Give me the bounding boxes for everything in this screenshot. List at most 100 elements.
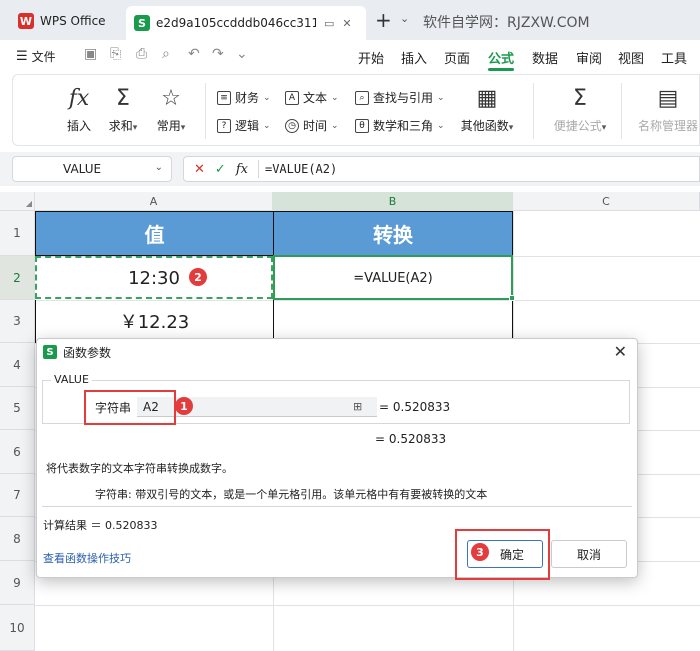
title-bar: W WPS Office S e2d9a105ccdddb046cc311e ▭… bbox=[0, 0, 700, 40]
column-header-a[interactable]: A bbox=[35, 192, 273, 211]
text-functions-button[interactable]: A 文本 ⌄ bbox=[285, 89, 339, 106]
column-header-c[interactable]: C bbox=[513, 192, 700, 211]
other-label: 其他函数 bbox=[460, 119, 509, 133]
quick-formula-label: 便捷公式 bbox=[553, 119, 602, 133]
name-manager-label: 名称管理器 bbox=[637, 119, 698, 133]
tab-document[interactable]: S e2d9a105ccdddb046cc311e ▭ ✕ bbox=[126, 6, 366, 40]
lookup-label: 查找与引用 bbox=[373, 91, 434, 105]
time-label: 时间 bbox=[303, 119, 328, 133]
tab-document-label: e2d9a105ccdddb046cc311e bbox=[156, 16, 316, 30]
logic-label: 逻辑 bbox=[235, 119, 260, 133]
file-menu[interactable]: ☰ 文件 bbox=[16, 48, 56, 65]
math-functions-button[interactable]: θ 数学和三角 ⌄ bbox=[355, 117, 445, 134]
cell-a1[interactable]: 值 bbox=[35, 211, 274, 256]
logic-functions-button[interactable]: ? 逻辑 ⌄ bbox=[217, 117, 271, 134]
undo-icon[interactable]: ↶ bbox=[188, 46, 200, 62]
name-manager-button[interactable]: ▤ 名称管理器 bbox=[631, 85, 700, 134]
spreadsheet-logo-icon: S bbox=[134, 15, 150, 31]
menu-item-home[interactable]: 开始 bbox=[358, 48, 384, 67]
lookup-functions-button[interactable]: ⌕ 查找与引用 ⌄ bbox=[355, 89, 445, 106]
row-header-10[interactable]: 10 bbox=[0, 605, 35, 651]
ribbon-divider bbox=[533, 83, 534, 139]
name-box[interactable]: VALUE ⌄ bbox=[12, 156, 172, 182]
menu-item-view[interactable]: 视图 bbox=[618, 48, 644, 67]
function-help-link[interactable]: 查看函数操作技巧 bbox=[43, 550, 131, 566]
calculation-result: 计算结果 ＝ 0.520833 bbox=[43, 519, 158, 532]
fx-icon[interactable]: fx bbox=[236, 162, 248, 177]
math-label: 数学和三角 bbox=[373, 119, 434, 133]
logic-icon: ? bbox=[217, 118, 231, 133]
time-functions-button[interactable]: ◷ 时间 ⌄ bbox=[285, 117, 339, 134]
close-tab-icon[interactable]: ✕ bbox=[342, 17, 351, 30]
text-label: 文本 bbox=[303, 91, 328, 105]
function-name-label: VALUE bbox=[51, 373, 92, 386]
cell-b1[interactable]: 转换 bbox=[273, 211, 513, 256]
dropdown-chevron-icon[interactable]: ⌄ bbox=[236, 46, 248, 62]
name-box-value: VALUE bbox=[63, 162, 102, 176]
row-header-6[interactable]: 6 bbox=[0, 430, 35, 474]
column-header-b[interactable]: B bbox=[273, 192, 513, 211]
cancel-formula-icon[interactable]: ✕ bbox=[194, 162, 205, 177]
finance-icon: ≡ bbox=[217, 90, 231, 105]
redo-icon[interactable]: ↷ bbox=[212, 46, 224, 62]
menu-item-data[interactable]: 数据 bbox=[532, 48, 558, 67]
fill-handle[interactable] bbox=[509, 295, 515, 301]
tab-wps-office[interactable]: W WPS Office bbox=[8, 6, 120, 36]
tab-list-chevron-icon[interactable]: ⌄ bbox=[400, 12, 409, 25]
print-icon[interactable]: ⎙ bbox=[136, 46, 147, 62]
insert-function-label: 插入 bbox=[66, 119, 91, 133]
row-header-9[interactable]: 9 bbox=[0, 561, 35, 605]
row-header-5[interactable]: 5 bbox=[0, 387, 35, 430]
name-manager-icon: ▤ bbox=[657, 86, 679, 111]
common-functions-button[interactable]: ☆ 常用▾ bbox=[147, 85, 195, 134]
menu-item-insert[interactable]: 插入 bbox=[401, 48, 427, 67]
dialog-divider bbox=[42, 506, 632, 507]
formula-input[interactable]: ✕ ✓ fx =VALUE(A2) bbox=[183, 156, 700, 182]
formula-bar: VALUE ⌄ ✕ ✓ fx =VALUE(A2) bbox=[0, 152, 700, 186]
cell-a3[interactable]: ￥12.23 bbox=[35, 300, 274, 343]
dialog-title-bar[interactable]: S 函数参数 bbox=[37, 339, 637, 365]
confirm-formula-icon[interactable]: ✓ bbox=[215, 162, 226, 177]
dialog-title: 函数参数 bbox=[63, 345, 112, 360]
step-badge-1: 1 bbox=[175, 397, 193, 415]
chevron-down-icon[interactable]: ⌄ bbox=[155, 162, 163, 173]
select-all-corner[interactable]: ◢ bbox=[0, 192, 35, 211]
insert-function-button[interactable]: fx 插入 bbox=[55, 85, 103, 134]
finance-functions-button[interactable]: ≡ 财务 ⌄ bbox=[217, 89, 271, 106]
formula-result-preview: = 0.520833 bbox=[375, 432, 447, 446]
row-header-7[interactable]: 7 bbox=[0, 474, 35, 517]
formula-ribbon: fx 插入 Σ 求和▾ ☆ 常用▾ ≡ 财务 ⌄ A 文本 ⌄ ⌕ 查找与引用 ⌄ ?… bbox=[12, 74, 700, 146]
other-functions-button[interactable]: ▦ 其他函数▾ bbox=[455, 85, 519, 134]
spreadsheet-logo-icon: S bbox=[43, 345, 57, 359]
cell-reference-picker-icon[interactable]: ⊞ bbox=[353, 400, 362, 413]
menu-item-tools[interactable]: 工具 bbox=[661, 48, 687, 67]
menu-item-review[interactable]: 审阅 bbox=[576, 48, 602, 67]
new-tab-plus-icon[interactable]: + bbox=[375, 8, 392, 32]
row-header-1[interactable]: 1 bbox=[0, 211, 35, 256]
row-header-4[interactable]: 4 bbox=[0, 343, 35, 387]
close-icon[interactable]: ✕ bbox=[614, 342, 627, 361]
active-cell-border-b2 bbox=[273, 255, 513, 300]
cancel-button[interactable]: 取消 bbox=[551, 540, 627, 568]
sigma-icon: Σ bbox=[116, 86, 130, 111]
print-preview-icon[interactable]: ⌕ bbox=[162, 46, 170, 62]
ribbon-divider bbox=[621, 83, 622, 139]
quick-formula-button[interactable]: Σ 便捷公式▾ bbox=[545, 85, 615, 134]
menu-item-formula[interactable]: 公式 bbox=[488, 48, 514, 67]
text-icon: A bbox=[285, 90, 299, 105]
active-menu-indicator bbox=[488, 68, 514, 71]
row-header-3[interactable]: 3 bbox=[0, 300, 35, 343]
sum-button[interactable]: Σ 求和▾ bbox=[99, 85, 147, 134]
export-icon[interactable]: ⎘ bbox=[110, 46, 121, 62]
menu-bar: ☰ 文件 ▣ ⎘ ⎙ ⌕ ↶ ↷ ⌄ 开始 插入 页面 公式 数据 审阅 视图 … bbox=[0, 40, 700, 72]
finance-label: 财务 bbox=[235, 91, 260, 105]
highlight-ok-button-box bbox=[455, 529, 550, 580]
row-header-2[interactable]: 2 bbox=[0, 256, 35, 300]
menu-item-page[interactable]: 页面 bbox=[444, 48, 470, 67]
highlight-argument-box bbox=[84, 390, 176, 425]
monitor-icon[interactable]: ▭ bbox=[324, 17, 334, 30]
formula-text[interactable]: =VALUE(A2) bbox=[265, 162, 337, 176]
save-icon[interactable]: ▣ bbox=[84, 46, 97, 62]
cell-b3[interactable] bbox=[273, 300, 513, 343]
row-header-8[interactable]: 8 bbox=[0, 517, 35, 561]
